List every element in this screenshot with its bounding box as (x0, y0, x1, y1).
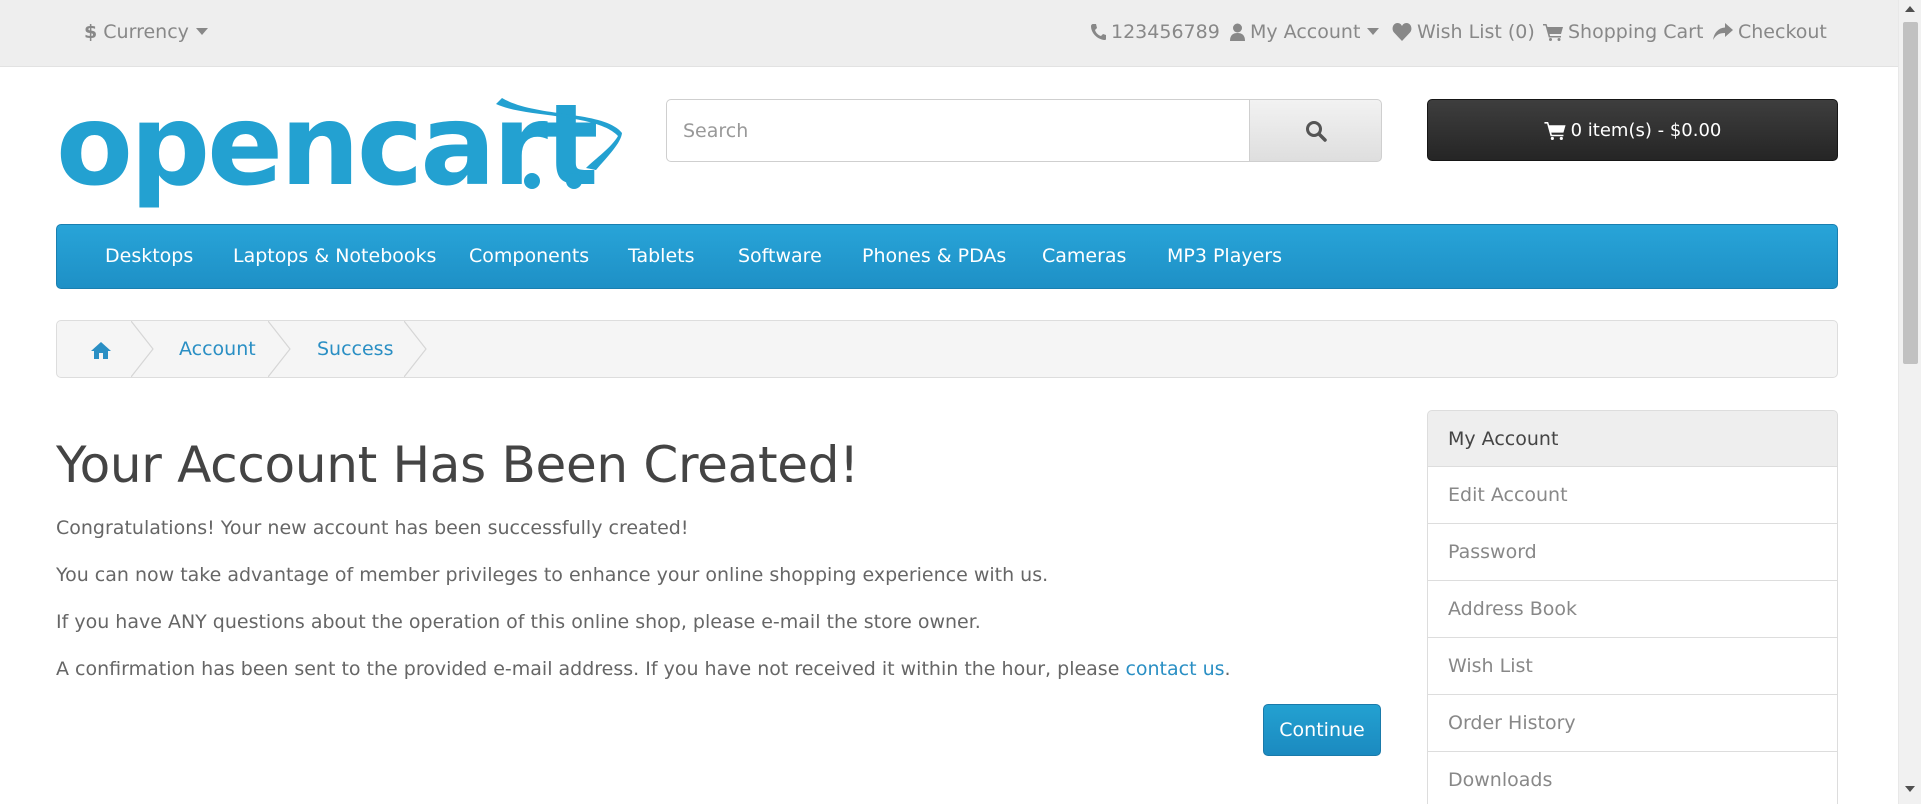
sidebar-item-address-book[interactable]: Address Book (1427, 581, 1838, 638)
opencart-logo[interactable]: opencart (56, 90, 622, 213)
menu-item-components[interactable]: Components (469, 225, 589, 288)
logo-cart-swoosh (496, 98, 622, 189)
my-account-label: My Account (1250, 21, 1361, 43)
sidebar-item-downloads[interactable]: Downloads (1427, 752, 1838, 804)
user-icon (1230, 23, 1245, 41)
top-bar: $ Currency 123456789 My Account Wish Lis… (0, 0, 1898, 67)
currency-label: Currency (103, 21, 189, 43)
chevron-down-icon (1367, 28, 1380, 35)
sidebar-item-order-history[interactable]: Order History (1427, 695, 1838, 752)
checkout-link[interactable]: Checkout (1713, 0, 1827, 67)
page-title: Your Account Has Been Created! (56, 436, 859, 494)
search-bar (666, 99, 1382, 162)
menu-item-tablets[interactable]: Tablets (628, 225, 694, 288)
sidebar-item-password[interactable]: Password (1427, 524, 1838, 581)
menu-item-laptops[interactable]: Laptops & Notebooks (233, 225, 436, 288)
search-icon (1305, 120, 1327, 142)
continue-button[interactable]: Continue (1263, 704, 1381, 756)
paragraph-questions: If you have ANY questions about the oper… (56, 611, 981, 633)
share-icon (1713, 23, 1733, 40)
chevron-down-icon (195, 28, 208, 35)
wishlist-link[interactable]: Wish List (0) (1392, 0, 1535, 67)
breadcrumb: Account Success (56, 320, 1838, 378)
search-button[interactable] (1249, 99, 1382, 162)
wishlist-label: Wish List (0) (1417, 21, 1535, 43)
cart-icon (1543, 24, 1563, 41)
shopping-cart-link[interactable]: Shopping Cart (1543, 0, 1703, 67)
shopping-cart-label: Shopping Cart (1568, 21, 1704, 43)
sidebar-item-edit-account[interactable]: Edit Account (1427, 467, 1838, 524)
my-account-dropdown[interactable]: My Account (1230, 0, 1380, 67)
sidebar-item-wish-list[interactable]: Wish List (1427, 638, 1838, 695)
cart-icon (1544, 121, 1566, 140)
sidebar-item-my-account[interactable]: My Account (1427, 410, 1838, 467)
paragraph-privileges: You can now take advantage of member pri… (56, 564, 1049, 586)
scroll-up-arrow-icon[interactable] (1905, 6, 1915, 12)
menu-item-mp3[interactable]: MP3 Players (1167, 225, 1282, 288)
account-sidebar: My Account Edit Account Password Address… (1427, 410, 1838, 804)
paragraph-congratulations: Congratulations! Your new account has be… (56, 517, 689, 539)
breadcrumb-separator (268, 321, 291, 377)
currency-symbol: $ (84, 21, 98, 43)
phone-number: 123456789 (1111, 21, 1220, 43)
phone-link[interactable]: 123456789 (1090, 0, 1220, 67)
breadcrumb-account[interactable]: Account (179, 321, 256, 377)
phone-icon (1091, 24, 1106, 40)
home-icon (91, 342, 111, 359)
scroll-thumb[interactable] (1903, 22, 1918, 364)
paragraph-confirmation: A confirmation has been sent to the prov… (56, 658, 1231, 680)
search-input[interactable] (667, 100, 1250, 161)
cart-button[interactable]: 0 item(s) - $0.00 (1427, 99, 1838, 161)
currency-dropdown[interactable]: $ Currency (84, 0, 208, 67)
confirmation-text: A confirmation has been sent to the prov… (56, 658, 1126, 680)
category-menu: Desktops Laptops & Notebooks Components … (56, 224, 1838, 289)
breadcrumb-separator (131, 321, 154, 377)
scroll-down-arrow-icon[interactable] (1905, 786, 1915, 792)
cart-button-label: 0 item(s) - $0.00 (1570, 119, 1722, 141)
menu-item-software[interactable]: Software (738, 225, 822, 288)
confirmation-period: . (1224, 658, 1231, 680)
checkout-label: Checkout (1738, 21, 1827, 43)
breadcrumb-success[interactable]: Success (317, 321, 393, 377)
menu-item-phones[interactable]: Phones & PDAs (862, 225, 1006, 288)
menu-item-desktops[interactable]: Desktops (105, 225, 193, 288)
contact-us-link[interactable]: contact us (1125, 658, 1224, 680)
breadcrumb-home[interactable] (90, 323, 112, 379)
heart-icon (1392, 23, 1412, 41)
vertical-scrollbar[interactable] (1898, 0, 1921, 804)
breadcrumb-separator (404, 321, 427, 377)
menu-item-cameras[interactable]: Cameras (1042, 225, 1126, 288)
